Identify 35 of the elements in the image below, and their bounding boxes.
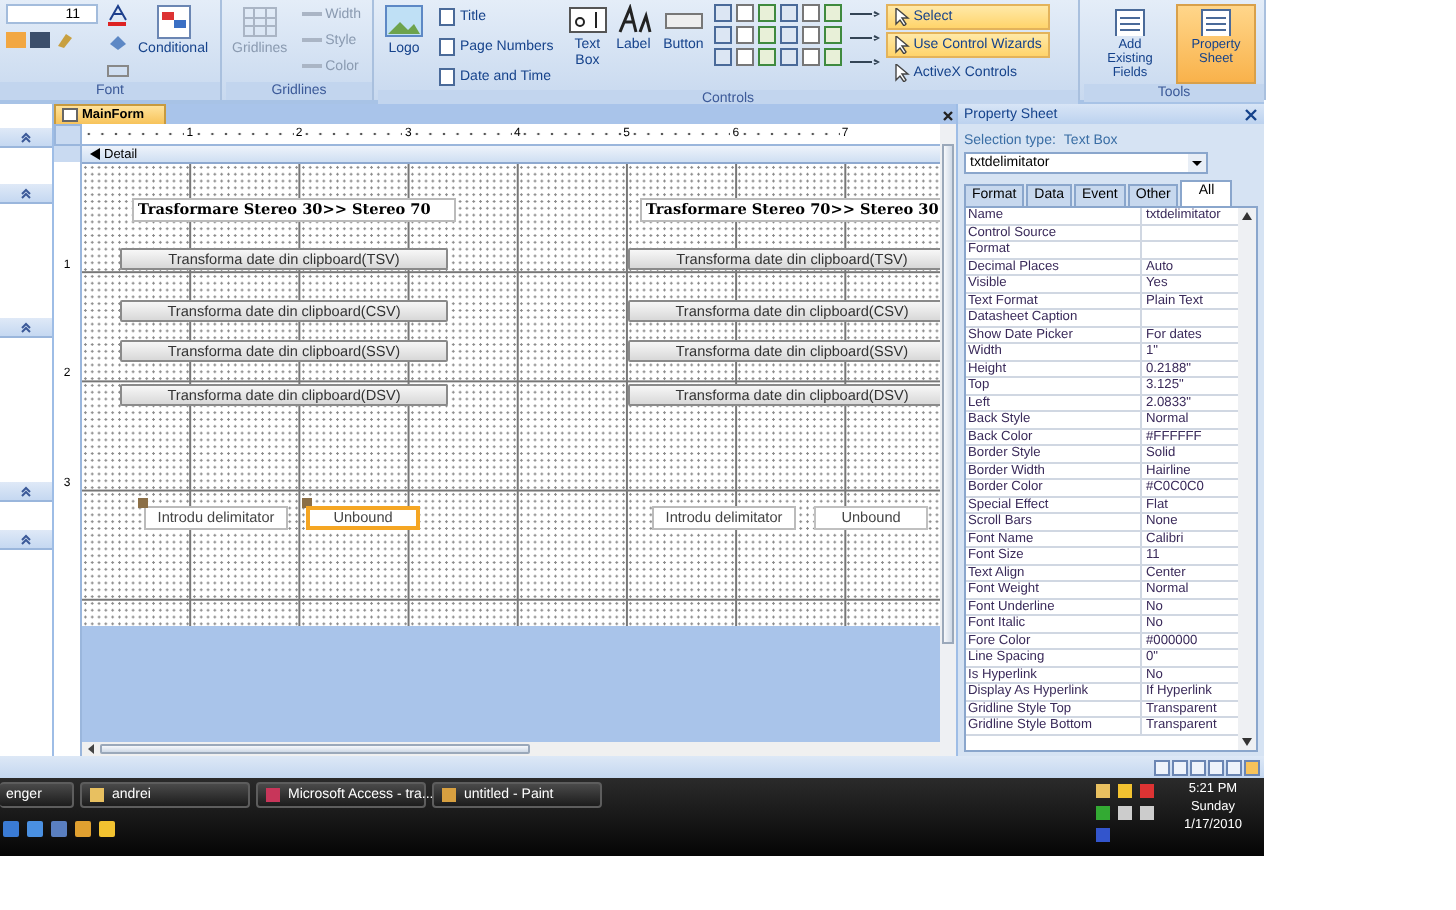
line-style-icon [301, 8, 322, 22]
scroll-down-icon [1242, 738, 1252, 746]
move-handle[interactable] [138, 498, 148, 508]
horizontal-scrollbar[interactable] [82, 742, 940, 756]
text-box-icon [567, 4, 608, 36]
section-arrow-icon [90, 148, 100, 160]
ruler-corner[interactable] [54, 124, 82, 146]
nav-group-header[interactable] [0, 318, 52, 338]
label-icon [613, 4, 654, 36]
nav-group-header[interactable] [0, 128, 52, 148]
design-view-icon [1244, 759, 1260, 775]
grid-icon [239, 4, 280, 40]
picture-icon [384, 4, 424, 40]
nav-group-header[interactable] [0, 482, 52, 502]
chevron-up-icon [20, 187, 32, 199]
chevron-up-icon [20, 485, 32, 497]
app-icon [264, 786, 282, 804]
form-icon [62, 108, 78, 122]
font-color-icon [104, 4, 132, 26]
close-icon [940, 108, 956, 124]
line-style-icon [301, 60, 322, 74]
chevron-up-icon [20, 533, 32, 545]
property-sheet-icon [1198, 8, 1234, 36]
nav-group-header[interactable] [0, 530, 52, 550]
property-scrollbar[interactable] [1238, 208, 1256, 750]
scroll-up-icon [1242, 212, 1252, 220]
vertical-scrollbar[interactable] [940, 124, 956, 756]
close-icon [1244, 107, 1258, 121]
dropdown-icon [1188, 154, 1206, 172]
chevron-up-icon [20, 321, 32, 333]
conditional-format-icon [155, 4, 192, 40]
line-style-icon [301, 34, 322, 48]
chevron-up-icon [20, 131, 32, 143]
nav-group-header[interactable] [0, 184, 52, 204]
field-list-icon [1112, 8, 1148, 36]
